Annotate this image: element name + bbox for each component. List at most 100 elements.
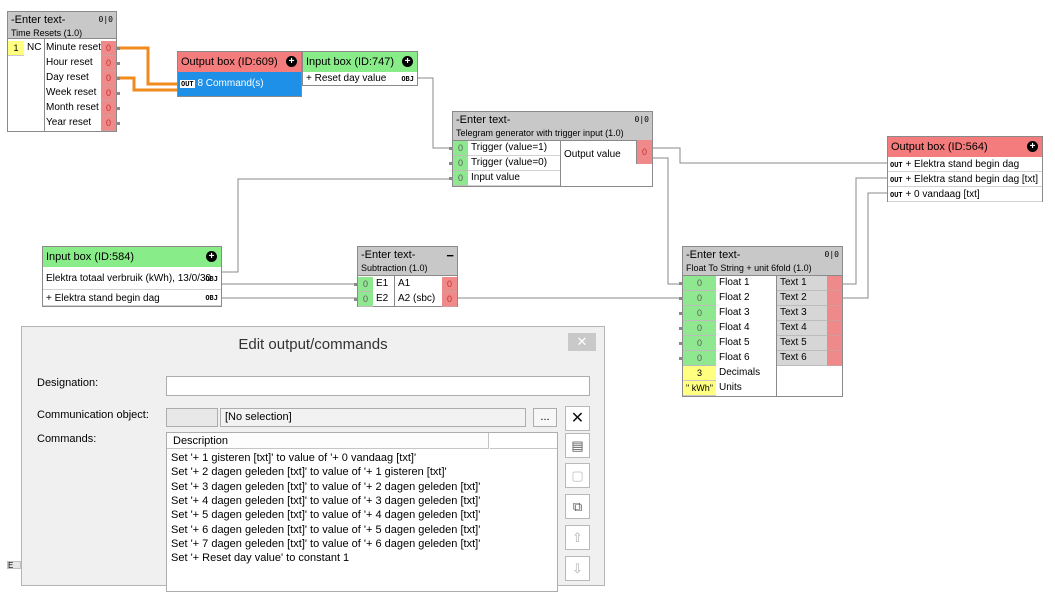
command-row[interactable]: Set '+ 7 dagen geleden [txt]' to value o… [171,538,480,550]
output-pin[interactable] [827,351,842,366]
block-badge: 0|0 [824,250,839,259]
add-icon[interactable]: + [1027,141,1038,152]
paste-icon[interactable]: ⧉ [565,494,590,519]
browse-button[interactable]: ... [533,408,557,427]
block-header: -Enter text- Float To String + unit 6fol… [683,247,842,276]
input-pin[interactable]: 0 [358,292,373,307]
output-box-header: Output box (ID:564) + [888,137,1042,157]
delete-icon[interactable]: ✕ [565,406,590,431]
input-label: Float 1 [719,277,750,288]
output-label: A2 (sbc) [398,293,436,304]
comm-object-id-field[interactable] [166,408,218,427]
output-pin[interactable] [827,306,842,321]
command-row[interactable]: Set '+ 6 dagen geleden [txt]' to value o… [171,524,480,536]
units-pin[interactable]: " kWh" [683,381,716,396]
input-box-747[interactable]: Input box (ID:747) + + Reset day value O… [302,51,418,86]
input-label: Float 5 [719,337,750,348]
output-pin[interactable]: 0 [101,71,116,86]
input-pin-nc[interactable]: 1 [8,41,24,56]
output-box-609[interactable]: Output box (ID:609) + OUT 8 Command(s) [177,51,302,97]
input-label: Float 6 [719,352,750,363]
command-count: 8 Command(s) [197,78,264,89]
input-pin[interactable]: 0 [683,306,716,321]
output-box-header: Output box (ID:609) + [178,52,301,72]
command-row[interactable]: Set '+ 3 dagen geleden [txt]' to value o… [171,481,480,493]
output-pin[interactable] [827,321,842,336]
subtraction-block[interactable]: -Enter text- Subtraction (1.0) − 0 E1 A1 0 0… [354,246,458,307]
copy-icon[interactable]: ▢ [565,463,590,488]
output-label: Week reset [46,87,97,98]
commands-list[interactable]: Description Set '+ 1 gisteren [txt]' to … [166,432,558,592]
wire-telegram-to-float1 [653,157,683,285]
time-resets-block[interactable]: -Enter text- Time Resets (1.0) 0|0 1 NC … [7,11,120,132]
output-pin[interactable]: 0 [101,86,116,101]
output-box-title: Output box (ID:564) [891,141,988,153]
output-pin[interactable]: 0 [101,116,116,131]
designation-field[interactable] [166,376,590,396]
input-pin[interactable]: 0 [683,276,716,291]
collapse-icon[interactable]: − [446,248,454,263]
input-pin[interactable]: 0 [683,291,716,306]
output-pin[interactable]: 0 [101,56,116,71]
selected-command-row[interactable]: OUT 8 Command(s) [178,72,301,96]
command-row[interactable]: Set '+ Reset day value' to constant 1 [171,552,349,564]
block-badge: 0|0 [634,115,649,124]
input-row-label: Elektra totaal verbruik (kWh), 13/0/30 [46,273,212,284]
input-pin[interactable]: 0 [683,351,716,366]
close-icon[interactable]: ✕ [568,333,596,351]
output-pin[interactable]: 0 [101,101,116,116]
output-label: Text 3 [780,307,807,318]
out-tag: OUT [890,176,903,184]
output-pin[interactable]: 0 [442,277,457,292]
input-label: Float 4 [719,322,750,333]
commands-label: Commands: [37,433,97,445]
input-pin[interactable]: 0 [453,171,468,186]
input-pin[interactable]: 0 [358,277,373,292]
input-row[interactable]: + Reset day value OBJ [303,72,417,86]
input-pin[interactable]: 0 [683,336,716,351]
input-label: E2 [376,293,389,304]
command-row[interactable]: Set '+ 5 dagen geleden [txt]' to value o… [171,509,480,521]
input-pin[interactable]: 0 [453,141,468,156]
pin-tick [116,62,120,65]
new-document-icon[interactable]: ▤ [565,433,590,458]
output-pin[interactable] [827,336,842,351]
command-row[interactable]: Set '+ 2 dagen geleden [txt]' to value o… [171,466,447,478]
comm-object-field[interactable]: [No selection] [220,408,526,427]
add-icon[interactable]: + [402,56,413,67]
output-box-564[interactable]: Output box (ID:564) + OUT + Elektra stan… [887,136,1043,202]
out-tag: OUT [180,80,195,88]
input-box-header: Input box (ID:747) + [303,52,417,72]
output-row[interactable]: OUT + Elektra stand begin dag [888,157,1042,172]
block-subtitle: Subtraction (1.0) [361,263,428,273]
telegram-generator-block[interactable]: -Enter text- Telegram generator with tri… [449,111,653,187]
add-icon[interactable]: + [286,56,297,67]
decimals-pin[interactable]: 3 [683,366,716,381]
input-box-584[interactable]: Input box (ID:584) + Elektra totaal verb… [42,246,222,307]
block-title: -Enter text- [456,114,511,126]
input-label: Trigger (value=1) [471,142,548,153]
block-subtitle: Telegram generator with trigger input (1… [456,128,624,138]
output-pin-value[interactable]: 0 [637,140,652,164]
output-pin[interactable] [827,276,842,291]
add-icon[interactable]: + [206,251,217,262]
output-pin[interactable] [827,291,842,306]
output-pin[interactable]: 0 [442,292,457,307]
input-label-nc: NC [27,42,42,53]
output-row[interactable]: OUT + 0 vandaag [txt] [888,187,1042,202]
input-row[interactable]: + Elektra stand begin dag OBJ [43,291,221,306]
output-pin[interactable]: 0 [101,41,116,56]
commands-list-header-rest [490,433,557,449]
float-to-string-block[interactable]: -Enter text- Float To String + unit 6fol… [679,246,843,397]
block-badge: 0|0 [98,15,113,24]
move-up-icon[interactable]: ⇧ [565,525,590,550]
command-row[interactable]: Set '+ 1 gisteren [txt]' to value of '+ … [171,452,416,464]
output-row[interactable]: OUT + Elektra stand begin dag [txt] [888,172,1042,187]
dialog-title: Edit output/commands [238,336,388,353]
input-pin[interactable]: 0 [453,156,468,171]
command-row[interactable]: Set '+ 4 dagen geleden [txt]' to value o… [171,495,480,507]
output-label: A1 [398,278,411,289]
input-row[interactable]: Elektra totaal verbruik (kWh), 13/0/30 OB… [43,268,221,290]
input-pin[interactable]: 0 [683,321,716,336]
description-column[interactable]: Description [173,435,228,447]
